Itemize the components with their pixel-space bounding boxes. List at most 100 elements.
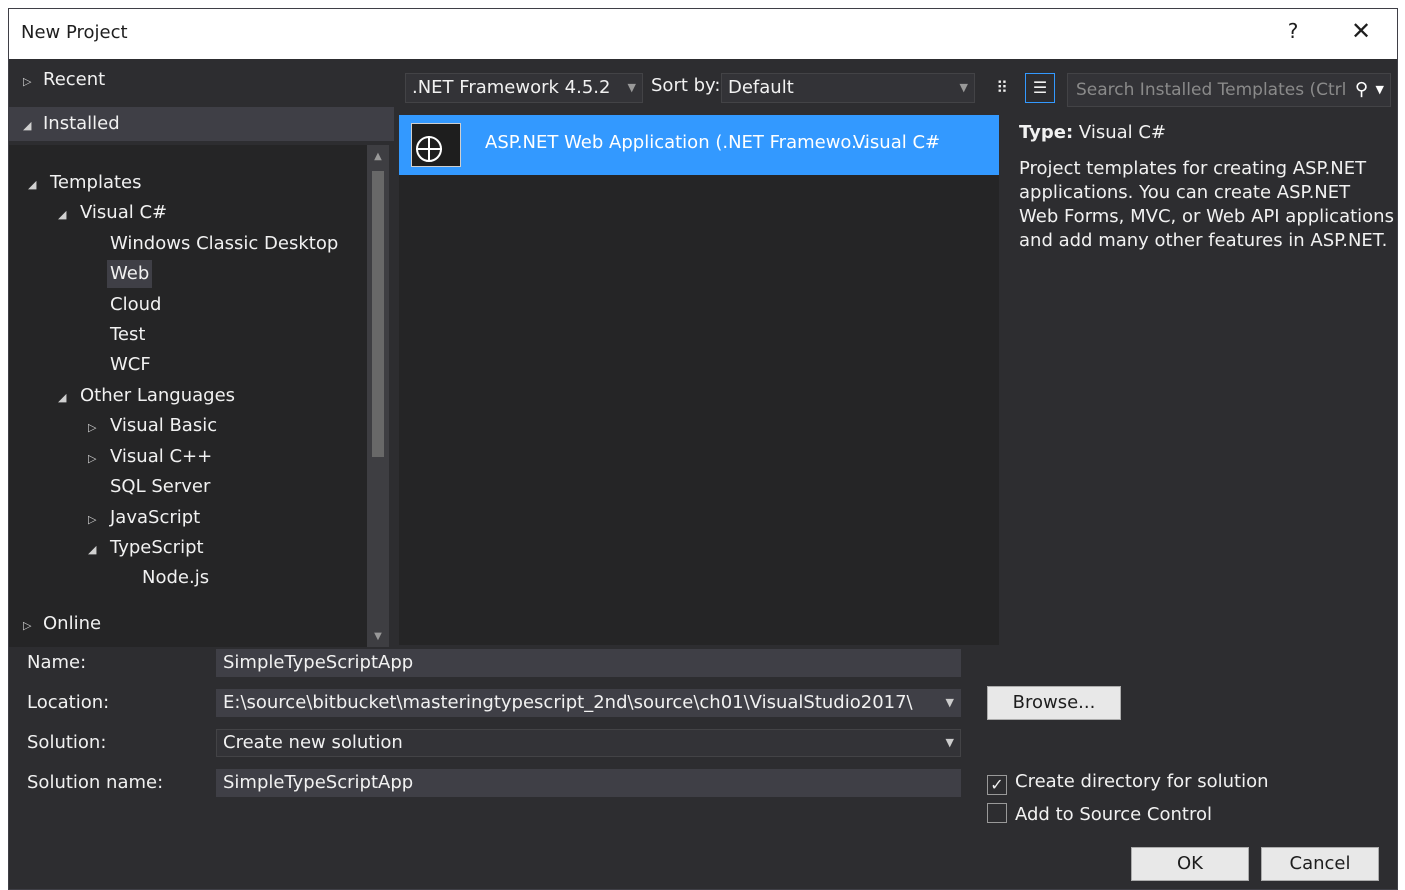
sort-by-value: Default xyxy=(728,77,794,98)
close-button[interactable]: ✕ xyxy=(1343,17,1379,45)
tree-node-label: JavaScript xyxy=(110,507,201,528)
tree-node-javascript[interactable]: ▷ JavaScript xyxy=(85,504,203,532)
tree-node-wcf[interactable]: WCF xyxy=(107,351,154,379)
scroll-up-icon[interactable]: ▲ xyxy=(372,151,384,163)
expand-arrow-icon: ▷ xyxy=(88,452,97,465)
solution-name-field[interactable]: SimpleTypeScriptApp xyxy=(216,769,961,797)
search-box[interactable]: ⚲ ▼ xyxy=(1067,73,1391,107)
search-icon[interactable]: ⚲ xyxy=(1355,74,1368,106)
tree-root-label: Recent xyxy=(43,69,106,90)
tree-node-visual-basic[interactable]: ▷ Visual Basic xyxy=(85,412,220,440)
chevron-down-icon[interactable]: ▼ xyxy=(946,690,954,716)
location-label: Location: xyxy=(27,692,110,713)
globe-icon xyxy=(411,123,461,167)
type-value: Visual C# xyxy=(1078,122,1167,143)
ok-button[interactable]: OK xyxy=(1131,847,1249,881)
tree-node-cloud[interactable]: Cloud xyxy=(107,291,164,319)
installed-tree: ◢ Templates ◢ Visual C# Windows Classic De… xyxy=(9,145,389,647)
sort-by-dropdown[interactable]: Default ▼ xyxy=(721,73,975,103)
tree-node-label: Visual Basic xyxy=(110,415,218,436)
tree-node-windows-classic-desktop[interactable]: Windows Classic Desktop xyxy=(107,230,341,258)
search-input[interactable] xyxy=(1076,80,1346,100)
collapse-arrow-icon: ◢ xyxy=(58,391,67,404)
solution-name-label: Solution name: xyxy=(27,772,164,793)
tree-node-nodejs[interactable]: Node.js xyxy=(139,564,212,592)
tiles-view-button[interactable]: ⠿ xyxy=(987,73,1017,103)
expand-arrow-icon: ▷ xyxy=(88,513,97,526)
tree-node-typescript[interactable]: ◢ TypeScript xyxy=(85,534,207,562)
tree-node-visual-cpp[interactable]: ▷ Visual C++ xyxy=(85,443,215,471)
checkmark-icon[interactable]: ✓ xyxy=(987,775,1007,795)
template-name: ASP.NET Web Application (.NET Framewo... xyxy=(485,132,869,153)
chevron-down-icon: ▼ xyxy=(627,81,636,94)
source-control-checkbox[interactable]: Add to Source Control xyxy=(987,803,1212,825)
tree-node-label: Visual C# xyxy=(80,202,168,223)
scrollbar-thumb[interactable] xyxy=(372,171,384,457)
chevron-down-icon: ▼ xyxy=(959,81,968,94)
framework-dropdown[interactable]: .NET Framework 4.5.2 ▼ xyxy=(405,73,643,103)
tree-node-label: Visual C++ xyxy=(110,446,213,467)
tree-root-recent[interactable]: ▷ Recent xyxy=(9,63,394,97)
tree-node-label: Other Languages xyxy=(80,385,236,406)
collapse-arrow-icon: ◢ xyxy=(88,543,97,556)
new-project-dialog: New Project ? ✕ ▷ Recent ◢ Installed ◢ Temp… xyxy=(8,8,1398,890)
expand-arrow-icon: ▷ xyxy=(23,619,32,632)
solution-dropdown[interactable]: Create new solution ▼ xyxy=(216,729,961,757)
checkbox-box[interactable] xyxy=(987,803,1007,823)
template-type: Type: Visual C# xyxy=(1019,121,1394,145)
expand-arrow-icon: ▷ xyxy=(23,75,32,88)
checkbox-label: Create directory for solution xyxy=(1015,771,1269,792)
browse-button[interactable]: Browse... xyxy=(987,686,1121,720)
solution-name-value: SimpleTypeScriptApp xyxy=(223,772,414,793)
chevron-down-icon[interactable]: ▼ xyxy=(1376,74,1384,106)
name-label: Name: xyxy=(27,652,87,673)
dialog-title: New Project xyxy=(21,22,128,43)
title-bar: New Project ? ✕ xyxy=(9,9,1397,59)
tree-node-label: WCF xyxy=(110,354,151,375)
tree-node-sql-server[interactable]: SQL Server xyxy=(107,473,213,501)
tree-root-installed[interactable]: ◢ Installed xyxy=(9,107,394,141)
type-label: Type: xyxy=(1019,122,1074,143)
tree-node-label: SQL Server xyxy=(110,476,211,497)
tree-root-label: Online xyxy=(43,613,102,634)
solution-label: Solution: xyxy=(27,732,107,753)
template-language: Visual C# xyxy=(853,132,941,153)
help-button[interactable]: ? xyxy=(1281,19,1305,43)
template-info-panel: Type: Visual C# Project templates for cr… xyxy=(1019,121,1394,253)
name-value: SimpleTypeScriptApp xyxy=(223,652,414,673)
create-directory-checkbox[interactable]: ✓ Create directory for solution xyxy=(987,771,1269,795)
template-list: ASP.NET Web Application (.NET Framewo...… xyxy=(399,115,999,645)
tree-node-label: Web xyxy=(110,263,150,284)
tree-node-other-languages[interactable]: ◢ Other Languages xyxy=(55,382,238,410)
tree-node-label: Templates xyxy=(50,172,142,193)
tree-root-online[interactable]: ▷ Online xyxy=(9,607,394,641)
list-view-button[interactable]: ☰ xyxy=(1025,73,1055,103)
location-field[interactable]: E:\source\bitbucket\masteringtypescript_… xyxy=(216,689,961,717)
tree-node-label: Cloud xyxy=(110,294,162,315)
expand-arrow-icon: ▷ xyxy=(88,421,97,434)
tree-node-test[interactable]: Test xyxy=(107,321,148,349)
collapse-arrow-icon: ◢ xyxy=(28,178,37,191)
template-description: Project templates for creating ASP.NET a… xyxy=(1019,158,1394,251)
cancel-button[interactable]: Cancel xyxy=(1261,847,1379,881)
tree-scrollbar[interactable]: ▲ ▼ xyxy=(367,145,389,647)
tree-node-visual-csharp[interactable]: ◢ Visual C# xyxy=(55,199,170,227)
sort-by-label: Sort by: xyxy=(651,75,721,96)
collapse-arrow-icon: ◢ xyxy=(58,208,67,221)
template-toolbar: .NET Framework 4.5.2 ▼ Sort by: Default … xyxy=(399,59,1399,115)
tiles-view-icon: ⠿ xyxy=(996,78,1008,97)
tree-root-label: Installed xyxy=(43,113,120,134)
tree-node-templates[interactable]: ◢ Templates xyxy=(25,169,145,197)
framework-value: .NET Framework 4.5.2 xyxy=(412,77,611,98)
category-panel: ▷ Recent ◢ Installed ◢ Templates ◢ Visual C#… xyxy=(9,59,394,647)
name-field[interactable]: SimpleTypeScriptApp xyxy=(216,649,961,677)
tree-node-label: Windows Classic Desktop xyxy=(110,233,339,254)
solution-value: Create new solution xyxy=(223,732,403,753)
checkbox-label: Add to Source Control xyxy=(1015,804,1212,825)
tree-node-label: Test xyxy=(110,324,146,345)
tree-node-web[interactable]: Web xyxy=(107,260,153,288)
location-value: E:\source\bitbucket\masteringtypescript_… xyxy=(223,692,913,713)
chevron-down-icon: ▼ xyxy=(945,736,954,749)
list-view-icon: ☰ xyxy=(1032,78,1048,97)
template-item-aspnet-web[interactable]: ASP.NET Web Application (.NET Framewo...… xyxy=(399,115,999,175)
